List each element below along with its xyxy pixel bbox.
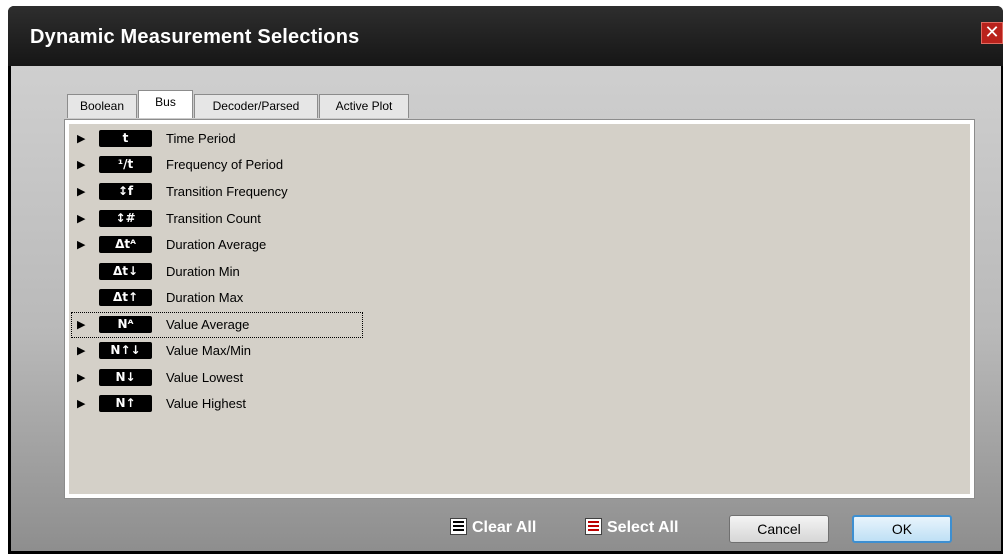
close-icon[interactable]: ✕ bbox=[981, 22, 1003, 44]
measurement-label: Duration Average bbox=[166, 237, 267, 252]
tab-active-plot[interactable]: Active Plot bbox=[319, 94, 409, 118]
checklist-icon bbox=[450, 518, 467, 535]
measurement-badge-icon: t bbox=[99, 130, 152, 147]
expand-arrow-icon[interactable]: ▶ bbox=[77, 397, 85, 410]
measurement-value-highest[interactable]: ▶ N↑ Value Highest bbox=[69, 391, 369, 417]
measurement-badge-icon: Δt↑ bbox=[99, 289, 152, 306]
measurement-badge-icon: Δtᴬ bbox=[99, 236, 152, 253]
expand-arrow-icon[interactable]: ▶ bbox=[77, 344, 85, 357]
measurement-badge-icon: Δt↓ bbox=[99, 263, 152, 280]
clear-all-label: Clear All bbox=[472, 519, 537, 536]
expand-arrow-icon[interactable]: ▶ bbox=[77, 132, 85, 145]
title-bar[interactable]: Dynamic Measurement Selections ✕ bbox=[8, 6, 1003, 66]
measurement-badge-icon: ↕# bbox=[99, 210, 152, 227]
measurement-badge-icon: Nᴬ bbox=[99, 316, 152, 333]
dialog-footer: Clear All Select All Cancel OK bbox=[11, 506, 1001, 551]
measurement-duration-max[interactable]: Δt↑ Duration Max bbox=[69, 285, 369, 311]
measurement-label: Value Max/Min bbox=[166, 343, 252, 358]
measurement-label: Time Period bbox=[166, 131, 236, 146]
measurement-transition-count[interactable]: ▶ ↕# Transition Count bbox=[69, 206, 369, 232]
measurement-duration-average[interactable]: ▶ Δtᴬ Duration Average bbox=[69, 232, 369, 258]
tab-panel: ▶ t Time Period ▶ ¹/t Frequency of Perio… bbox=[64, 119, 975, 499]
measurement-label: Frequency of Period bbox=[166, 157, 284, 172]
measurement-duration-min[interactable]: Δt↓ Duration Min bbox=[69, 259, 369, 285]
measurement-badge-icon: N↓ bbox=[99, 369, 152, 386]
measurement-value-average[interactable]: ▶ Nᴬ Value Average bbox=[71, 312, 363, 338]
cancel-button[interactable]: Cancel bbox=[729, 515, 829, 543]
measurement-label: Transition Count bbox=[166, 211, 261, 226]
measurement-label: Duration Min bbox=[166, 264, 240, 279]
select-all-button[interactable]: Select All bbox=[585, 516, 715, 540]
dialog-window: Dynamic Measurement Selections ✕ Boolean… bbox=[8, 6, 1003, 554]
expand-arrow-icon[interactable]: ▶ bbox=[77, 318, 85, 331]
measurement-badge-icon: ↕f bbox=[99, 183, 152, 200]
dialog-body: Boolean Bus Decoder/Parsed Active Plot ▶… bbox=[11, 66, 1001, 551]
expand-arrow-icon[interactable]: ▶ bbox=[77, 238, 85, 251]
expand-arrow-icon[interactable]: ▶ bbox=[77, 371, 85, 384]
expand-arrow-icon[interactable]: ▶ bbox=[77, 158, 85, 171]
measurement-label: Transition Frequency bbox=[166, 184, 288, 199]
clear-all-button[interactable]: Clear All bbox=[450, 516, 575, 540]
measurement-label: Value Highest bbox=[166, 396, 246, 411]
expand-arrow-icon[interactable]: ▶ bbox=[77, 212, 85, 225]
select-all-label: Select All bbox=[607, 519, 679, 536]
measurement-badge-icon: N↑↓ bbox=[99, 342, 152, 359]
measurement-badge-icon: ¹/t bbox=[99, 156, 152, 173]
measurement-label: Value Lowest bbox=[166, 370, 244, 385]
tab-decoder-parsed[interactable]: Decoder/Parsed bbox=[194, 94, 318, 118]
expand-arrow-icon[interactable]: ▶ bbox=[77, 185, 85, 198]
measurement-badge-icon: N↑ bbox=[99, 395, 152, 412]
dialog-title: Dynamic Measurement Selections bbox=[30, 26, 360, 48]
measurement-list: ▶ t Time Period ▶ ¹/t Frequency of Perio… bbox=[69, 124, 970, 494]
ok-button[interactable]: OK bbox=[852, 515, 952, 543]
tab-boolean[interactable]: Boolean bbox=[67, 94, 137, 118]
checklist-selected-icon bbox=[585, 518, 602, 535]
measurement-label: Value Average bbox=[166, 317, 250, 332]
tab-bus[interactable]: Bus bbox=[138, 90, 193, 118]
measurement-value-lowest[interactable]: ▶ N↓ Value Lowest bbox=[69, 365, 369, 391]
measurement-label: Duration Max bbox=[166, 290, 244, 305]
measurement-frequency-of-period[interactable]: ▶ ¹/t Frequency of Period bbox=[69, 152, 369, 178]
measurement-time-period[interactable]: ▶ t Time Period bbox=[69, 126, 369, 152]
measurement-value-max-min[interactable]: ▶ N↑↓ Value Max/Min bbox=[69, 338, 369, 364]
measurement-transition-frequency[interactable]: ▶ ↕f Transition Frequency bbox=[69, 179, 369, 205]
